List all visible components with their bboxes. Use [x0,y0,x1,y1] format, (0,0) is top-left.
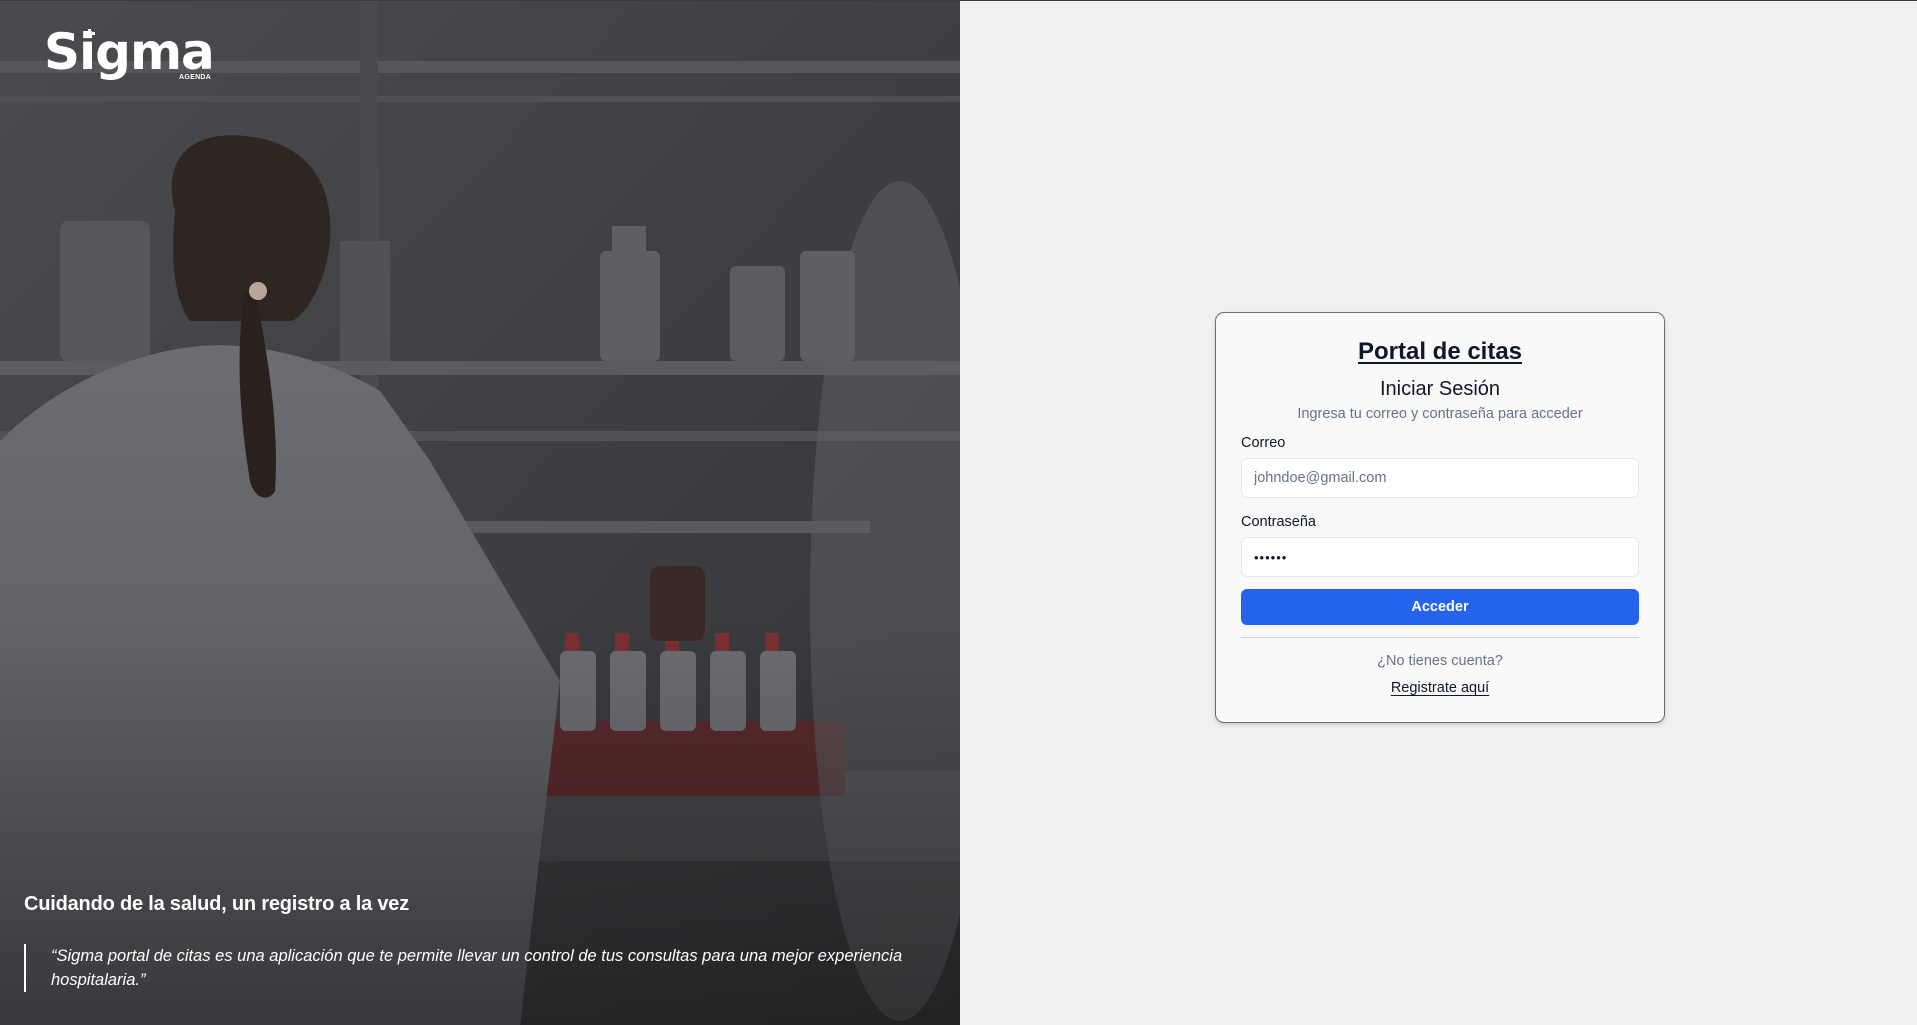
divider [1241,637,1639,638]
email-label: Correo [1241,435,1286,451]
hero-quote: “Sigma portal de citas es una aplicación… [24,944,960,992]
hero-tagline: Cuidando de la salud, un registro a la v… [24,893,410,915]
portal-title: Portal de citas [1357,338,1523,365]
signin-heading: Iniciar Sesión [1379,378,1501,400]
password-label: Contraseña [1241,514,1316,530]
logo-subtext: AGENDA [179,74,212,81]
submit-button[interactable]: Acceder [1241,589,1639,625]
register-link[interactable]: Registrate aquí [1391,680,1489,696]
hero-panel: Sigma AGENDA Cuidando de la salud, un re… [0,1,960,1025]
no-account-text: ¿No tienes cuenta? [1377,653,1503,669]
password-field[interactable] [1241,537,1639,577]
register-row: Registrate aquí [1241,678,1639,698]
email-field[interactable] [1241,458,1639,498]
signin-subheading: Ingresa tu correo y contraseña para acce… [1297,406,1583,422]
logo-pixel-icon [84,29,95,35]
sigma-logo: Sigma [44,23,215,81]
login-card: Portal de citas Iniciar Sesión Ingresa t… [1215,312,1665,723]
hero-image [0,1,960,1025]
login-page: Sigma AGENDA Cuidando de la salud, un re… [0,0,1917,1025]
